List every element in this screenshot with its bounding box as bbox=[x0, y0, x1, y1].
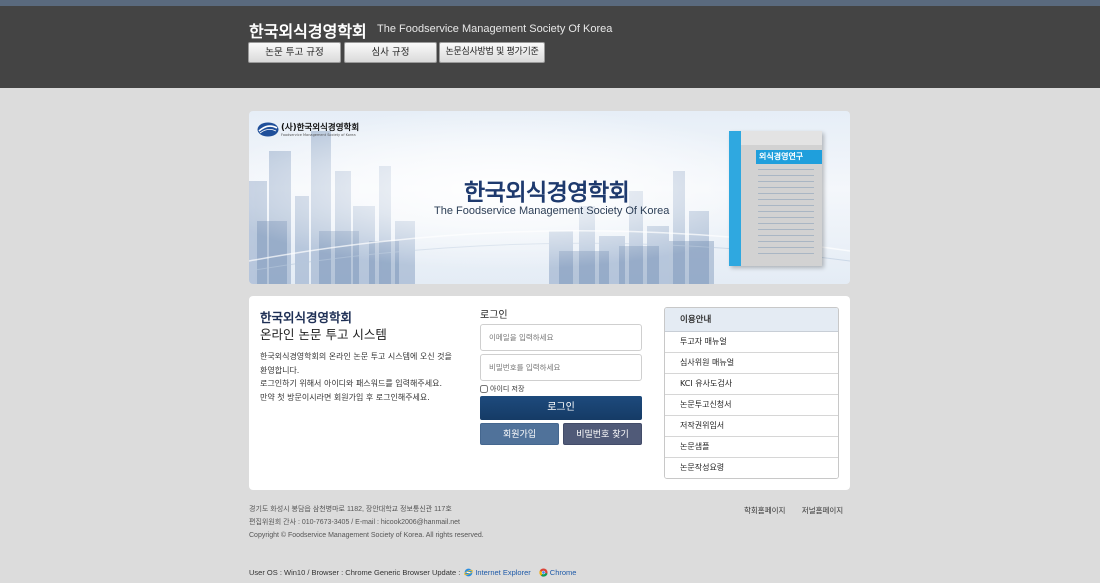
guide-item-submission-form[interactable]: 논문투고신청서 bbox=[665, 395, 838, 416]
banner-title: 한국외식경영학회 bbox=[464, 180, 630, 206]
site-subtitle: The Foodservice Management Society Of Ko… bbox=[377, 23, 613, 35]
guide-item-kci-similarity-check[interactable]: KCI 유사도검사 bbox=[665, 374, 838, 395]
internet-explorer-link[interactable]: Internet Explorer bbox=[475, 568, 530, 577]
guide-item-writing-guide[interactable]: 논문작성요령 bbox=[665, 458, 838, 478]
footer-links: 학회홈페이지 저널홈페이지 bbox=[744, 505, 843, 516]
footer-info: 경기도 화성시 봉담읍 삼천병마로 1182, 장안대학교 정보통신관 117호… bbox=[249, 503, 484, 542]
login-button[interactable]: 로그인 bbox=[480, 396, 642, 420]
main-panel: 한국외식경영학회 온라인 논문 투고 시스템 한국외식경영학회의 온라인 논문 … bbox=[249, 296, 850, 490]
journal-title: 외식경영연구 bbox=[756, 150, 822, 164]
journal-homepage-link[interactable]: 저널홈페이지 bbox=[802, 506, 843, 515]
remember-id-checkbox[interactable] bbox=[480, 385, 488, 393]
remember-id-label: 아이디 저장 bbox=[490, 385, 525, 393]
find-password-button[interactable]: 비밀번호 찾기 bbox=[563, 423, 642, 445]
browser-info-text: User OS : Win10 / Browser : Chrome Gener… bbox=[249, 568, 461, 577]
submission-rules-button[interactable]: 논문 투고 규정 bbox=[248, 42, 341, 63]
login-heading: 로그인 bbox=[480, 310, 508, 321]
footer-copyright: Copyright © Foodservice Management Socie… bbox=[249, 532, 484, 539]
internet-explorer-icon bbox=[464, 568, 474, 577]
password-input[interactable] bbox=[480, 354, 642, 381]
intro-subtitle: 온라인 논문 투고 시스템 bbox=[260, 327, 387, 342]
banner-subtitle: The Foodservice Management Society Of Ko… bbox=[434, 205, 670, 217]
logo-text: (사)한국외식경영학회 bbox=[281, 122, 360, 133]
intro-text: 한국외식경영학회의 온라인 논문 투고 시스템에 오신 것을 환영합니다. 로그… bbox=[260, 350, 475, 404]
email-input[interactable] bbox=[480, 324, 642, 351]
review-rules-button[interactable]: 심사 규정 bbox=[344, 42, 437, 63]
society-emblem-icon bbox=[257, 122, 279, 137]
signup-button[interactable]: 회원가입 bbox=[480, 423, 559, 445]
hero-banner: (사)한국외식경영학회 Foodservice Management Socie… bbox=[249, 111, 850, 284]
chrome-icon bbox=[539, 568, 548, 577]
intro-line: 환영합니다. bbox=[260, 365, 300, 375]
intro-line: 로그인하기 위해서 아이디와 패스워드를 입력해주세요. bbox=[260, 379, 442, 388]
intro-line: 한국외식경영학회의 온라인 논문 투고 시스템에 오신 것을 bbox=[260, 352, 452, 361]
guide-item-reviewer-manual[interactable]: 심사위원 매뉴얼 bbox=[665, 353, 838, 374]
society-logo: (사)한국외식경영학회 Foodservice Management Socie… bbox=[257, 122, 359, 137]
guide-menu: 이용안내 투고자 매뉴얼 심사위원 매뉴얼 KCI 유사도검사 논문투고신청서 … bbox=[664, 307, 839, 479]
intro-line: 만약 첫 방문이시라면 회원가입 후 로그인해주세요. bbox=[260, 392, 430, 402]
remember-id-option[interactable]: 아이디 저장 bbox=[480, 384, 524, 394]
browser-info: User OS : Win10 / Browser : Chrome Gener… bbox=[249, 568, 584, 577]
journal-cover-image: 외식경영연구 bbox=[729, 131, 822, 266]
journal-contents-lines bbox=[758, 169, 814, 259]
site-title[interactable]: 한국외식경영학회 bbox=[249, 18, 367, 42]
footer-contact: 편집위원회 간사 : 010-7673-3405 / E-mail : hico… bbox=[249, 519, 460, 526]
guide-item-copyright-form[interactable]: 저작권위임서 bbox=[665, 416, 838, 437]
guide-heading: 이용안내 bbox=[665, 308, 838, 332]
journal-top-band bbox=[741, 131, 822, 145]
logo-subtext: Foodservice Management Society of Korea bbox=[281, 132, 356, 137]
chrome-link[interactable]: Chrome bbox=[550, 568, 577, 577]
journal-spine bbox=[729, 131, 741, 266]
society-homepage-link[interactable]: 학회홈페이지 bbox=[744, 506, 785, 515]
guide-item-author-manual[interactable]: 투고자 매뉴얼 bbox=[665, 332, 838, 353]
review-criteria-button[interactable]: 논문심사방법 및 평가기준 bbox=[439, 42, 545, 63]
guide-item-paper-sample[interactable]: 논문샘플 bbox=[665, 437, 838, 458]
site-header: 한국외식경영학회 The Foodservice Management Soci… bbox=[0, 6, 1100, 88]
footer-address: 경기도 화성시 봉담읍 삼천병마로 1182, 장안대학교 정보통신관 117호 bbox=[249, 506, 452, 513]
